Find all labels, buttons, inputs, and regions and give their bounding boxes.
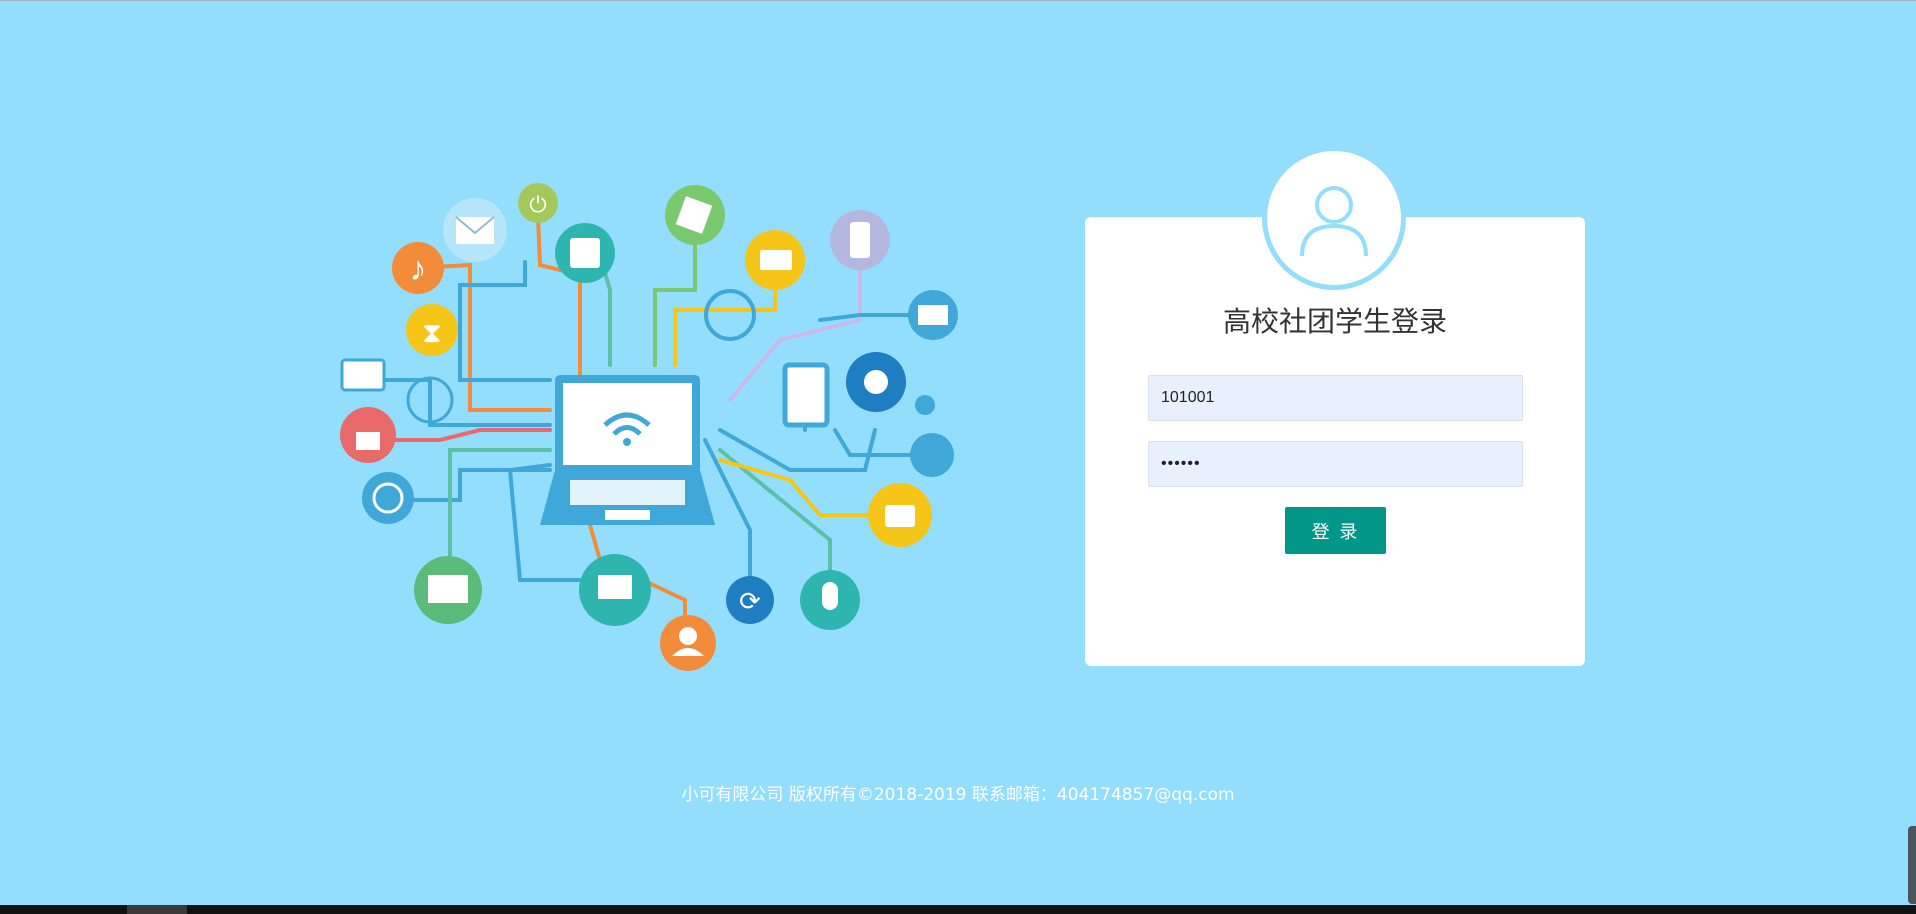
svg-text:⟳: ⟳ [739,586,761,616]
password-input[interactable] [1148,441,1523,487]
svg-text:⧗: ⧗ [422,317,442,348]
bottom-bar [0,905,1916,914]
login-title: 高校社团学生登录 [1222,305,1447,338]
login-button[interactable]: 登 录 [1285,507,1386,554]
user-outline-icon [1300,186,1368,257]
top-border [0,0,1916,1]
side-scroll-handle[interactable] [1908,826,1916,904]
username-input[interactable] [1148,375,1523,421]
svg-text:♪: ♪ [410,250,427,288]
svg-text:⏻: ⏻ [529,192,546,217]
login-page: ♪ ⏻ ⧗ ⟳ 高校社团学生登录 101001 登 录 小可有限公司 版权所有©… [0,0,1916,914]
footer-copyright: 小可有限公司 版权所有©2018-2019 联系邮箱：404174857@qq.… [681,785,1235,805]
bottom-tab[interactable] [127,905,187,914]
avatar [1262,146,1406,290]
network-illustration: ♪ ⏻ ⧗ ⟳ [340,183,958,671]
